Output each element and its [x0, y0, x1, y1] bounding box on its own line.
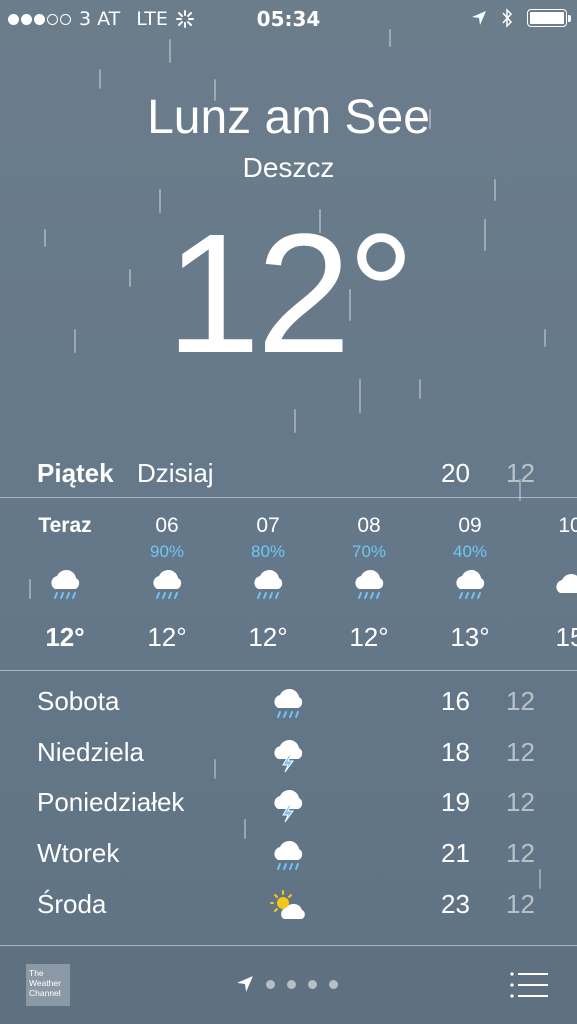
- hour-label: 10: [558, 514, 577, 537]
- hour-label: 06: [155, 514, 179, 537]
- precip-chance: 40%: [452, 542, 488, 561]
- city-list-icon[interactable]: [508, 970, 550, 1000]
- precip-chance: 90%: [149, 542, 185, 561]
- precip-chance: 70%: [351, 542, 387, 561]
- day-low: 12: [506, 787, 535, 817]
- rain-cloud-icon: [455, 568, 486, 599]
- day-high: 23: [441, 889, 470, 919]
- hourly-forecast-strip[interactable]: Teraz 12° 06 90% 12° 07 80% 12° 08 70% 1…: [0, 500, 577, 670]
- day-low: 12: [506, 889, 535, 919]
- day-high: 19: [441, 787, 470, 817]
- partly-sunny-icon: [270, 890, 306, 920]
- rain-cloud-icon: [273, 839, 304, 870]
- location-arrow-icon: [237, 976, 253, 992]
- battery-icon: [527, 9, 571, 27]
- rain-cloud-icon: [50, 568, 81, 599]
- precip-chance: 80%: [250, 542, 286, 561]
- page-dot: [287, 979, 296, 989]
- hour-temperature: 12°: [248, 622, 288, 652]
- rain-cloud-icon: [152, 568, 183, 599]
- hour-label: 07: [256, 514, 280, 537]
- divider: [0, 945, 577, 946]
- hour-temperature: 12°: [147, 622, 187, 652]
- day-name: Środa: [37, 889, 107, 919]
- day-high: 18: [441, 737, 470, 767]
- hour-label: 08: [357, 514, 381, 537]
- day-low: 12: [506, 838, 535, 868]
- page-dot: [308, 979, 317, 989]
- thunderstorm-icon: [273, 789, 303, 823]
- rain-cloud-icon: [273, 687, 304, 718]
- bottom-toolbar: The Weather Channel: [0, 948, 577, 1024]
- location-arrow-icon: [472, 11, 486, 25]
- city-name: Lunz am See: [147, 91, 430, 144]
- day-name: Wtorek: [37, 838, 120, 868]
- cloud-icon: [556, 573, 577, 593]
- thunderstorm-icon: [273, 739, 303, 773]
- hour-temperature: 12°: [45, 622, 85, 652]
- today-low: 12: [506, 458, 535, 488]
- hour-temperature: 12°: [349, 622, 389, 652]
- rain-cloud-icon: [354, 568, 385, 599]
- current-temperature: 12°: [165, 199, 415, 389]
- day-high: 21: [441, 838, 470, 868]
- daily-row: Środa 23 12: [0, 883, 577, 933]
- daily-row: Niedziela 18 12: [0, 731, 577, 781]
- hour-temperature: 15: [555, 622, 577, 652]
- rain-cloud-icon: [253, 568, 284, 599]
- page-dot: [266, 979, 275, 989]
- day-name: Sobota: [37, 686, 120, 716]
- page-indicator[interactable]: [236, 975, 338, 993]
- status-bar: 3 AT LTE 05:34: [0, 0, 577, 38]
- today-summary-row: Piątek Dzisiaj 20 12: [0, 456, 577, 494]
- page-dot: [329, 979, 338, 989]
- day-low: 12: [506, 686, 535, 716]
- weather-channel-logo[interactable]: The Weather Channel: [26, 964, 70, 1006]
- today-day: Piątek: [37, 458, 114, 488]
- today-high: 20: [441, 458, 470, 488]
- today-label: Dzisiaj: [137, 458, 214, 488]
- hour-label: 09: [458, 514, 482, 537]
- divider: [0, 497, 577, 498]
- day-name: Poniedziałek: [37, 787, 185, 817]
- day-name: Niedziela: [37, 737, 144, 767]
- daily-row: Poniedziałek 19 12: [0, 781, 577, 831]
- divider: [0, 670, 577, 671]
- daily-row: Sobota 16 12: [0, 680, 577, 730]
- day-low: 12: [506, 737, 535, 767]
- weather-condition: Deszcz: [242, 152, 335, 183]
- daily-row: Wtorek 21 12: [0, 832, 577, 882]
- day-high: 16: [441, 686, 470, 716]
- hour-temperature: 13°: [450, 622, 490, 652]
- bluetooth-icon: [502, 8, 513, 28]
- hour-label: Teraz: [38, 514, 92, 537]
